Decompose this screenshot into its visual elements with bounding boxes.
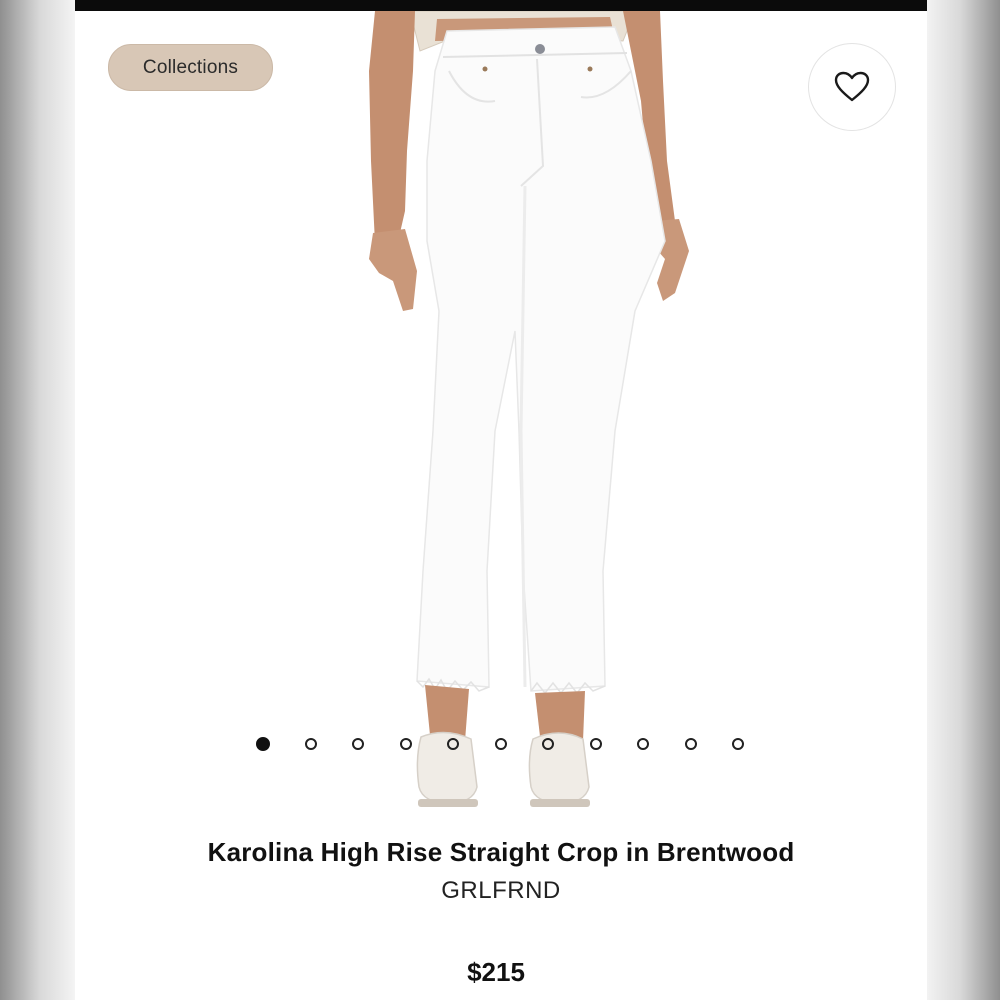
collections-label: Collections — [142, 56, 239, 78]
pager-dot-3[interactable] — [352, 738, 364, 750]
pager-dot-8[interactable] — [590, 738, 602, 750]
product-image[interactable] — [75, 11, 927, 831]
heart-outline-icon — [834, 71, 870, 102]
image-pager — [75, 735, 927, 755]
collections-button[interactable]: Collections — [108, 44, 273, 91]
product-brand[interactable]: GRLFRND — [75, 877, 927, 905]
pager-dot-6[interactable] — [495, 738, 507, 750]
status-bar — [75, 0, 927, 11]
pager-dot-7[interactable] — [542, 738, 554, 750]
product-title: Karolina High Rise Straight Crop in Bren… — [207, 837, 795, 867]
pager-dot-4[interactable] — [400, 738, 412, 750]
pager-dot-10[interactable] — [685, 738, 697, 750]
product-price: $215 — [467, 957, 525, 987]
pager-dot-11[interactable] — [732, 738, 744, 750]
favorite-button[interactable] — [808, 43, 896, 131]
product-card: Collections Karolina High Rise Straight … — [75, 11, 927, 1000]
pager-dot-1[interactable] — [256, 737, 270, 751]
pager-dot-2[interactable] — [305, 738, 317, 750]
pager-dot-9[interactable] — [637, 738, 649, 750]
pager-dot-5[interactable] — [447, 738, 459, 750]
